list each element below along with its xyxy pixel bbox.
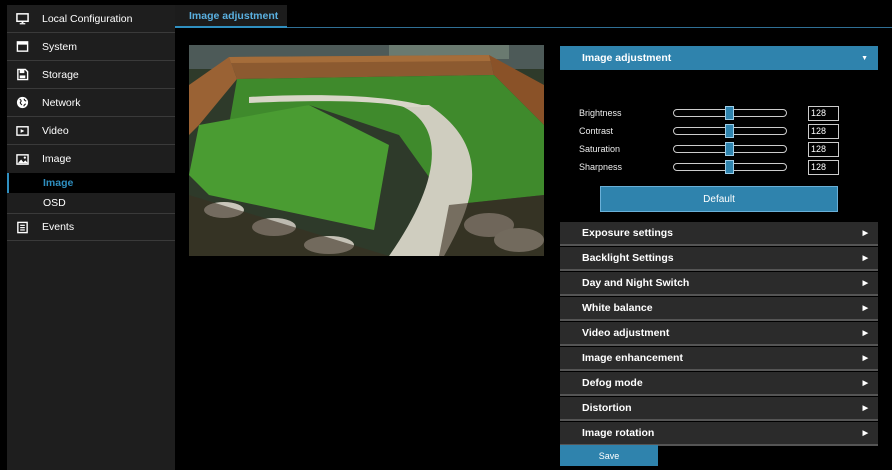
tab-bar: Image adjustment xyxy=(175,5,892,28)
sharpness-label: Sharpness xyxy=(579,162,623,172)
section-backlight-settings[interactable]: Backlight Settings ▶ xyxy=(560,247,878,271)
sharpness-slider[interactable] xyxy=(673,160,787,174)
default-button[interactable]: Default xyxy=(600,186,838,212)
section-day-night-switch[interactable]: Day and Night Switch ▶ xyxy=(560,272,878,296)
section-title: Distortion xyxy=(582,402,632,414)
section-title: Day and Night Switch xyxy=(582,277,690,289)
chevron-right-icon: ▶ xyxy=(862,280,868,287)
sidebar-item-label: Events xyxy=(42,221,75,233)
chevron-right-icon: ▶ xyxy=(862,355,868,362)
sidebar-subitem-image[interactable]: Image xyxy=(7,173,175,193)
section-title: Exposure settings xyxy=(582,227,674,239)
sidebar-subitem-label: Image xyxy=(43,177,74,189)
chevron-right-icon: ▶ xyxy=(862,330,868,337)
section-distortion[interactable]: Distortion ▶ xyxy=(560,397,878,421)
sidebar-item-image[interactable]: Image xyxy=(7,145,175,173)
section-image-rotation[interactable]: Image rotation ▶ xyxy=(560,422,878,446)
saturation-label: Saturation xyxy=(579,144,621,154)
slider-thumb[interactable] xyxy=(725,124,734,138)
sidebar-subitem-label: OSD xyxy=(43,197,66,209)
section-title: Video adjustment xyxy=(582,327,670,339)
section-white-balance[interactable]: White balance ▶ xyxy=(560,297,878,321)
collapsed-sections: Exposure settings ▶ Backlight Settings ▶ D… xyxy=(560,222,878,446)
sidebar-item-events[interactable]: Events xyxy=(7,213,175,241)
sidebar-item-storage[interactable]: Storage xyxy=(7,61,175,89)
sharpness-value-input[interactable]: 128 xyxy=(808,159,839,175)
section-image-adjustment[interactable]: Image adjustment ▼ xyxy=(560,46,878,70)
sidebar-item-system[interactable]: System xyxy=(7,33,175,61)
section-image-enhancement[interactable]: Image enhancement ▶ xyxy=(560,347,878,371)
chevron-right-icon: ▶ xyxy=(862,255,868,262)
slider-thumb[interactable] xyxy=(725,160,734,174)
chevron-right-icon: ▶ xyxy=(862,230,868,237)
sidebar-item-label: Image xyxy=(42,153,72,165)
brightness-row: Brightness 128 xyxy=(579,105,859,121)
image-adjustment-body: Brightness 128 Contrast 128 Saturation 1… xyxy=(560,71,878,213)
contrast-label: Contrast xyxy=(579,126,614,136)
chevron-right-icon: ▶ xyxy=(862,305,868,312)
sidebar-item-network[interactable]: Network xyxy=(7,89,175,117)
contrast-row: Contrast 128 xyxy=(579,123,859,139)
sidebar-item-label: Local Configuration xyxy=(42,12,133,25)
chevron-right-icon: ▶ xyxy=(862,380,868,387)
saturation-value-input[interactable]: 128 xyxy=(808,141,839,157)
section-title: Defog mode xyxy=(582,377,643,389)
section-title: Image rotation xyxy=(582,427,655,439)
video-icon xyxy=(15,124,29,138)
chevron-right-icon: ▶ xyxy=(862,405,868,412)
section-title: White balance xyxy=(582,302,653,314)
storage-icon xyxy=(15,68,29,82)
events-icon xyxy=(15,220,29,234)
sidebar-item-label: Network xyxy=(42,96,81,109)
chevron-down-icon: ▼ xyxy=(861,54,868,62)
section-title: Image adjustment xyxy=(582,52,672,64)
saturation-slider[interactable] xyxy=(673,142,787,156)
brightness-slider[interactable] xyxy=(673,106,787,120)
globe-icon xyxy=(15,96,29,110)
sidebar-item-label: Video xyxy=(42,124,69,137)
section-exposure-settings[interactable]: Exposure settings ▶ xyxy=(560,222,878,246)
contrast-value-input[interactable]: 128 xyxy=(808,123,839,139)
sidebar-item-label: Storage xyxy=(42,68,79,81)
slider-thumb[interactable] xyxy=(725,142,734,156)
settings-panel: Image adjustment ▼ Brightness 128 Contra… xyxy=(560,46,878,447)
sidebar: Local Configuration System Storage Netwo… xyxy=(7,5,175,470)
section-defog-mode[interactable]: Defog mode ▶ xyxy=(560,372,878,396)
chevron-right-icon: ▶ xyxy=(862,430,868,437)
section-video-adjustment[interactable]: Video adjustment ▶ xyxy=(560,322,878,346)
brightness-value-input[interactable]: 128 xyxy=(808,105,839,121)
monitor-icon xyxy=(15,12,29,26)
brightness-label: Brightness xyxy=(579,108,622,118)
video-preview xyxy=(189,45,544,256)
saturation-row: Saturation 128 xyxy=(579,141,859,157)
slider-thumb[interactable] xyxy=(725,106,734,120)
save-button[interactable]: Save xyxy=(560,445,658,466)
contrast-slider[interactable] xyxy=(673,124,787,138)
image-icon xyxy=(15,152,29,166)
section-title: Backlight Settings xyxy=(582,252,674,264)
system-icon xyxy=(15,40,29,54)
sidebar-subitem-osd[interactable]: OSD xyxy=(7,193,175,213)
sidebar-item-local-configuration[interactable]: Local Configuration xyxy=(7,5,175,33)
sidebar-item-video[interactable]: Video xyxy=(7,117,175,145)
tab-image-adjustment[interactable]: Image adjustment xyxy=(175,5,287,28)
section-title: Image enhancement xyxy=(582,352,683,364)
sharpness-row: Sharpness 128 xyxy=(579,159,859,175)
sidebar-item-label: System xyxy=(42,40,78,53)
